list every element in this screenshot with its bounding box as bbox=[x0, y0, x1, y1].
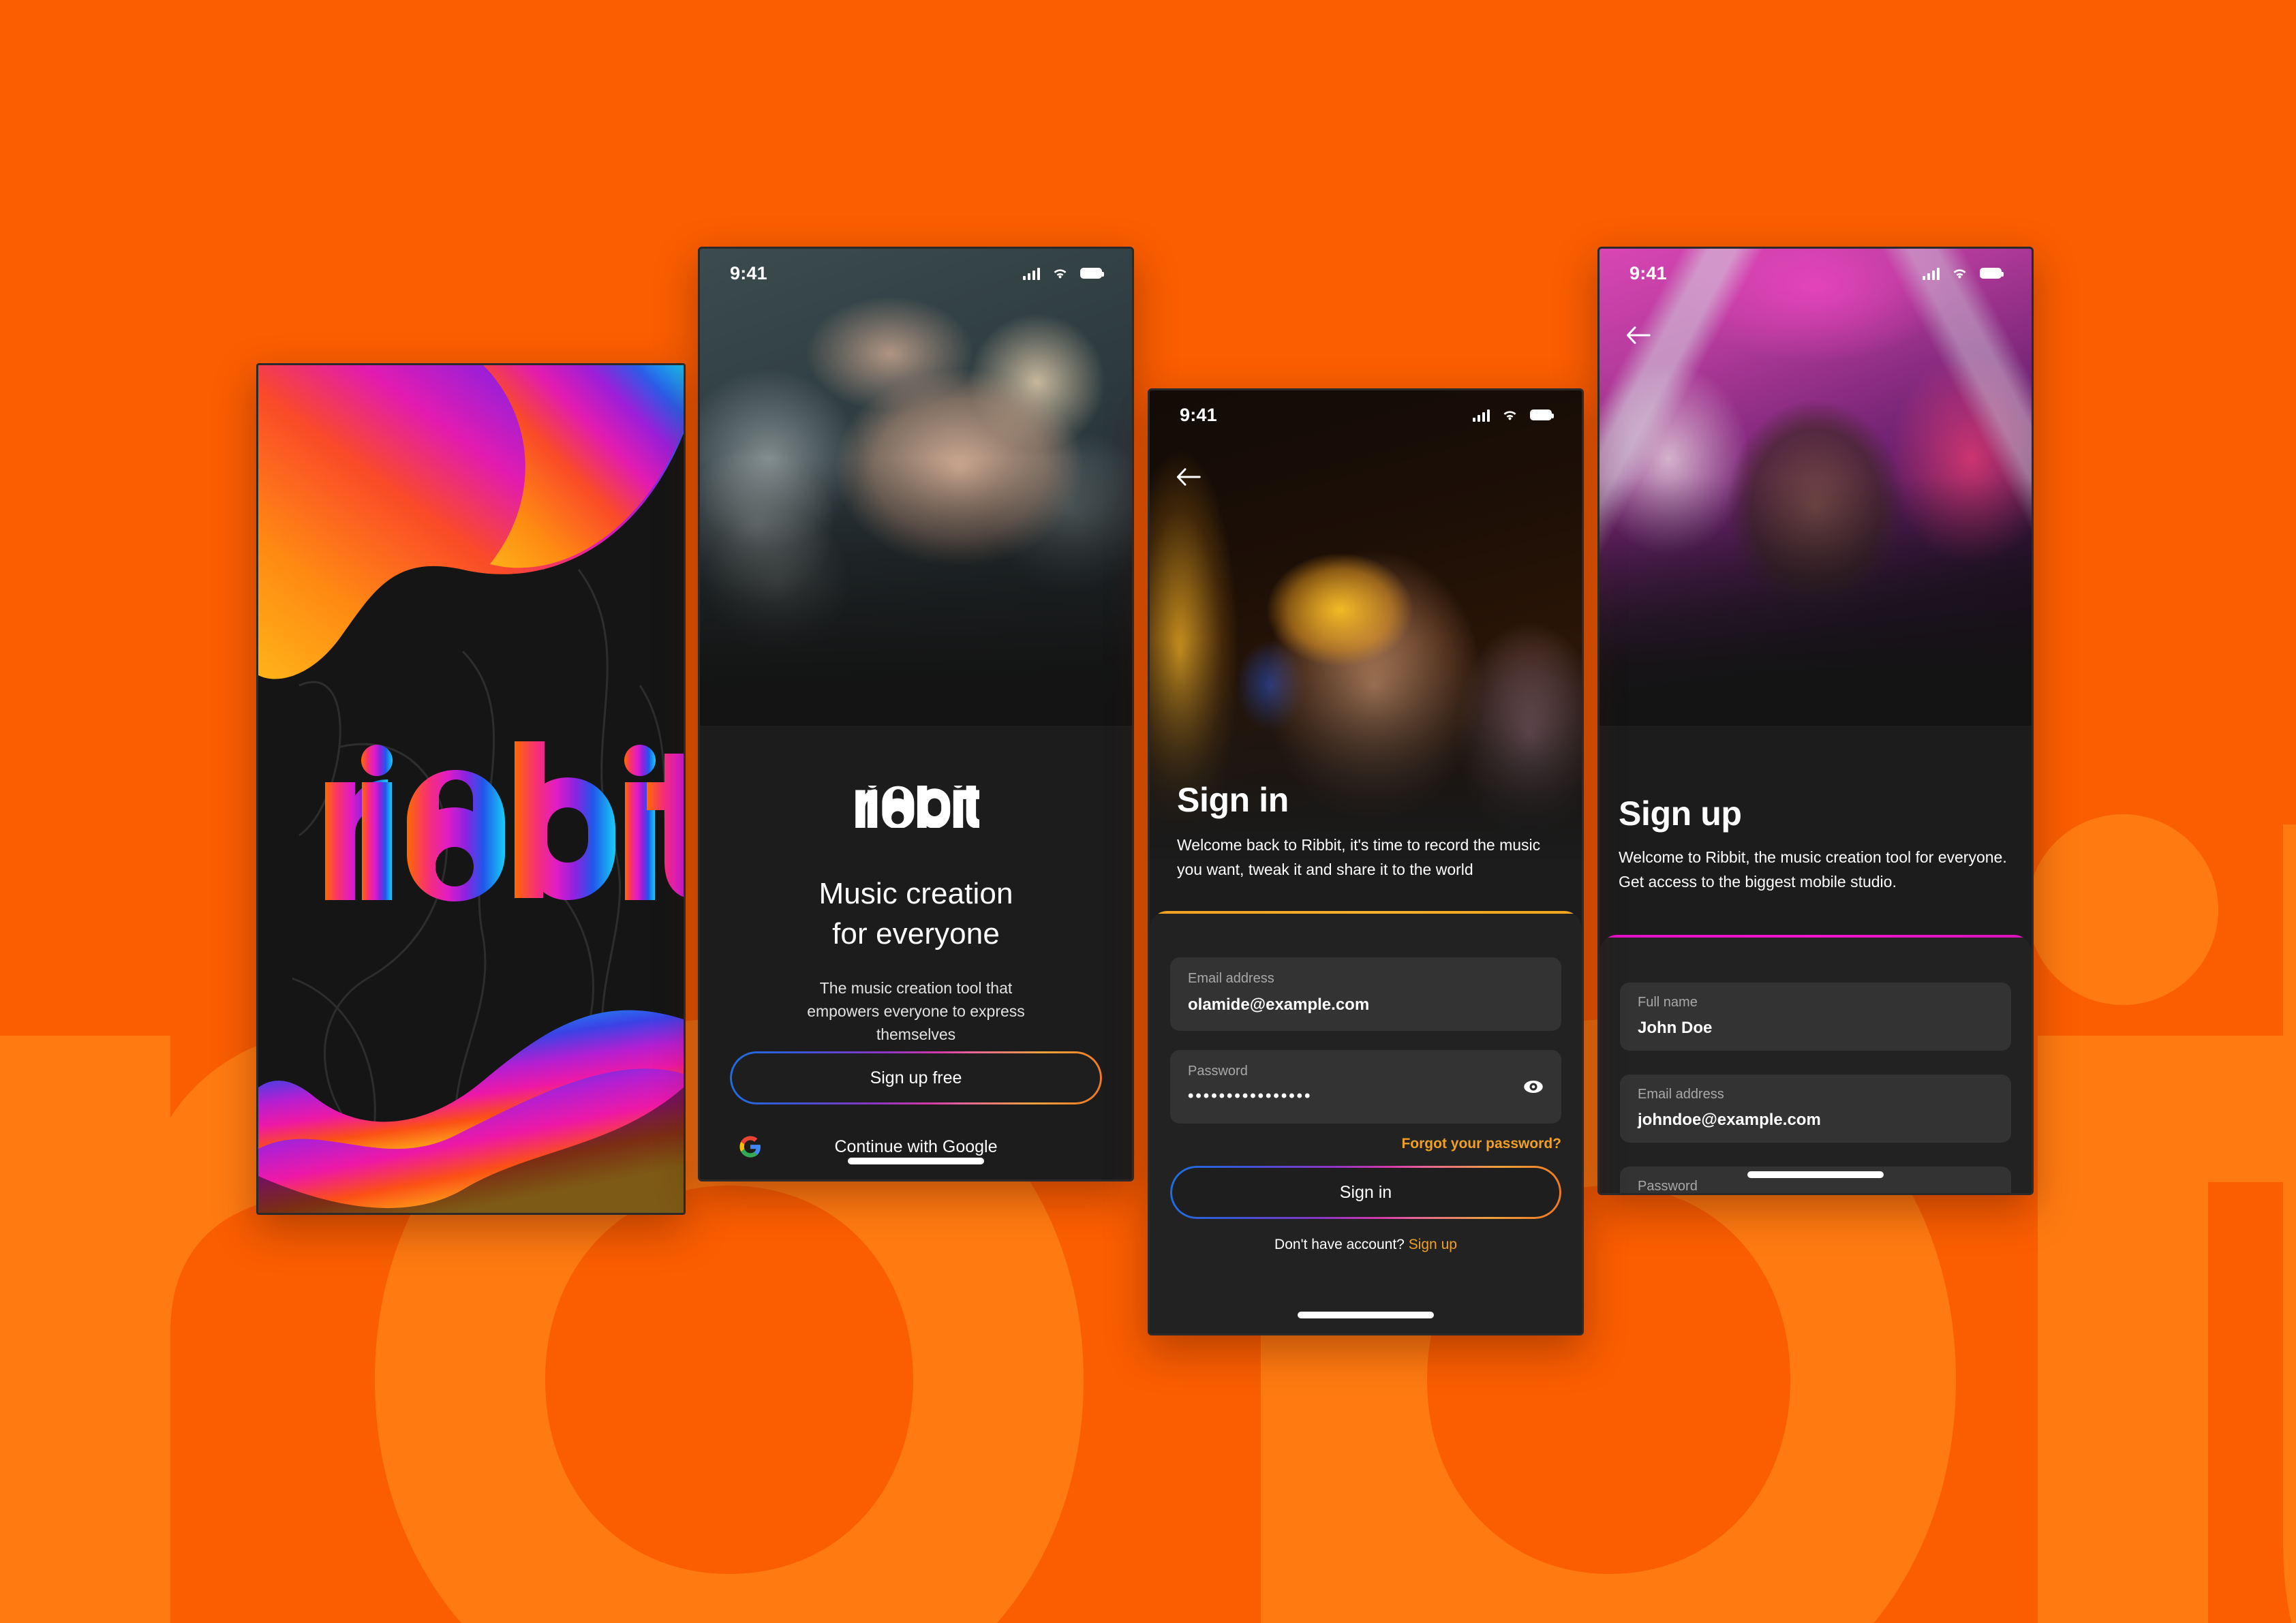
back-button[interactable] bbox=[1619, 315, 1658, 355]
phone-sign-in-screen: 9:41 Sign in Welcome back to Ribbit, it'… bbox=[1148, 388, 1584, 1335]
status-bar: 9:41 bbox=[1599, 249, 2032, 298]
password-field[interactable]: Password •••••••••••••••• bbox=[1620, 1166, 2011, 1193]
status-icons bbox=[1023, 267, 1104, 280]
welcome-headline-line2: for everyone bbox=[832, 916, 1000, 950]
email-field-value: olamide@example.com bbox=[1188, 995, 1370, 1014]
sign-up-screen: 9:41 Sign up Welcome to Ribbit, the musi… bbox=[1599, 249, 2032, 1193]
back-button[interactable] bbox=[1169, 457, 1208, 497]
sign-up-form-card: Full name John Doe Email address johndoe… bbox=[1599, 935, 2032, 1193]
canvas: 9:41 Music creation for everyone The mus… bbox=[0, 0, 2296, 1623]
password-field-label: Password bbox=[1638, 1179, 1698, 1193]
wifi-icon bbox=[1052, 267, 1069, 280]
forgot-password-link[interactable]: Forgot your password? bbox=[1401, 1136, 1561, 1152]
welcome-headline-line1: Music creation bbox=[818, 877, 1013, 910]
wifi-icon bbox=[1951, 267, 1968, 280]
battery-icon bbox=[1980, 268, 2004, 279]
welcome-headline: Music creation for everyone bbox=[727, 874, 1105, 954]
sign-up-free-label: Sign up free bbox=[870, 1068, 962, 1087]
eye-icon[interactable] bbox=[1523, 1077, 1544, 1097]
sign-in-screen: 9:41 Sign in Welcome back to Ribbit, it'… bbox=[1150, 390, 1582, 1333]
welcome-screen: 9:41 Music creation for everyone The mus… bbox=[700, 249, 1132, 1179]
eye-icon[interactable] bbox=[1973, 1190, 1993, 1193]
status-icons bbox=[1923, 267, 2004, 280]
password-field-label: Password bbox=[1188, 1064, 1248, 1079]
phone-splash-screen bbox=[256, 363, 686, 1215]
wifi-icon bbox=[1501, 409, 1518, 422]
splash-screen bbox=[258, 365, 684, 1213]
sign-in-button-label: Sign in bbox=[1339, 1182, 1392, 1202]
full-name-field-label: Full name bbox=[1638, 995, 1698, 1010]
home-indicator bbox=[848, 1158, 984, 1164]
continue-with-google-label: Continue with Google bbox=[834, 1137, 998, 1156]
phone-sign-up-screen: 9:41 Sign up Welcome to Ribbit, the musi… bbox=[1597, 247, 2034, 1195]
status-bar: 9:41 bbox=[1150, 390, 1582, 439]
password-field[interactable]: Password •••••••••••••••• bbox=[1170, 1050, 1561, 1124]
sign-up-title: Sign up bbox=[1619, 794, 1742, 833]
phone-welcome-screen: 9:41 Music creation for everyone The mus… bbox=[698, 247, 1134, 1181]
email-field-label: Email address bbox=[1188, 971, 1274, 986]
status-bar: 9:41 bbox=[700, 249, 1132, 298]
cellular-signal-icon bbox=[1023, 267, 1040, 280]
back-arrow-icon bbox=[1176, 468, 1201, 486]
sign-in-form-card: Email address olamide@example.com Passwo… bbox=[1150, 911, 1582, 1333]
sign-in-footer-text: Don't have account? bbox=[1274, 1237, 1405, 1252]
status-time: 9:41 bbox=[730, 262, 767, 283]
sign-up-link[interactable]: Sign up bbox=[1409, 1237, 1457, 1252]
full-name-field[interactable]: Full name John Doe bbox=[1620, 983, 2011, 1051]
home-indicator bbox=[1298, 1312, 1434, 1318]
brand-logo bbox=[700, 786, 1132, 828]
cellular-signal-icon bbox=[1923, 267, 1940, 280]
email-field[interactable]: Email address olamide@example.com bbox=[1170, 957, 1561, 1031]
sign-in-button[interactable]: Sign in bbox=[1170, 1166, 1561, 1219]
cellular-signal-icon bbox=[1473, 409, 1490, 422]
sign-up-free-button[interactable]: Sign up free bbox=[730, 1051, 1102, 1104]
battery-icon bbox=[1530, 409, 1554, 420]
full-name-field-value: John Doe bbox=[1638, 1019, 1713, 1037]
back-arrow-icon bbox=[1626, 326, 1651, 344]
password-field-value: •••••••••••••••• bbox=[1188, 1087, 1313, 1105]
sign-up-hero-photo bbox=[1599, 249, 2032, 726]
battery-icon bbox=[1080, 268, 1104, 279]
welcome-subtext: The music creation tool that empowers ev… bbox=[807, 979, 1025, 1044]
sign-in-footer: Don't have account? Sign up bbox=[1150, 1237, 1582, 1253]
status-time: 9:41 bbox=[1629, 262, 1667, 283]
sign-up-description: Welcome to Ribbit, the music creation to… bbox=[1619, 848, 2007, 891]
email-field-value: johndoe@example.com bbox=[1638, 1111, 1821, 1129]
sign-in-title: Sign in bbox=[1177, 781, 1289, 819]
home-indicator bbox=[1747, 1171, 1884, 1178]
sign-in-description: Welcome back to Ribbit, it's time to rec… bbox=[1177, 836, 1541, 878]
email-field[interactable]: Email address johndoe@example.com bbox=[1620, 1075, 2011, 1143]
status-icons bbox=[1473, 409, 1554, 422]
email-field-label: Email address bbox=[1638, 1087, 1724, 1102]
status-time: 9:41 bbox=[1180, 404, 1217, 425]
splash-blob-artwork bbox=[258, 365, 684, 1213]
welcome-hero-photo bbox=[700, 249, 1132, 726]
